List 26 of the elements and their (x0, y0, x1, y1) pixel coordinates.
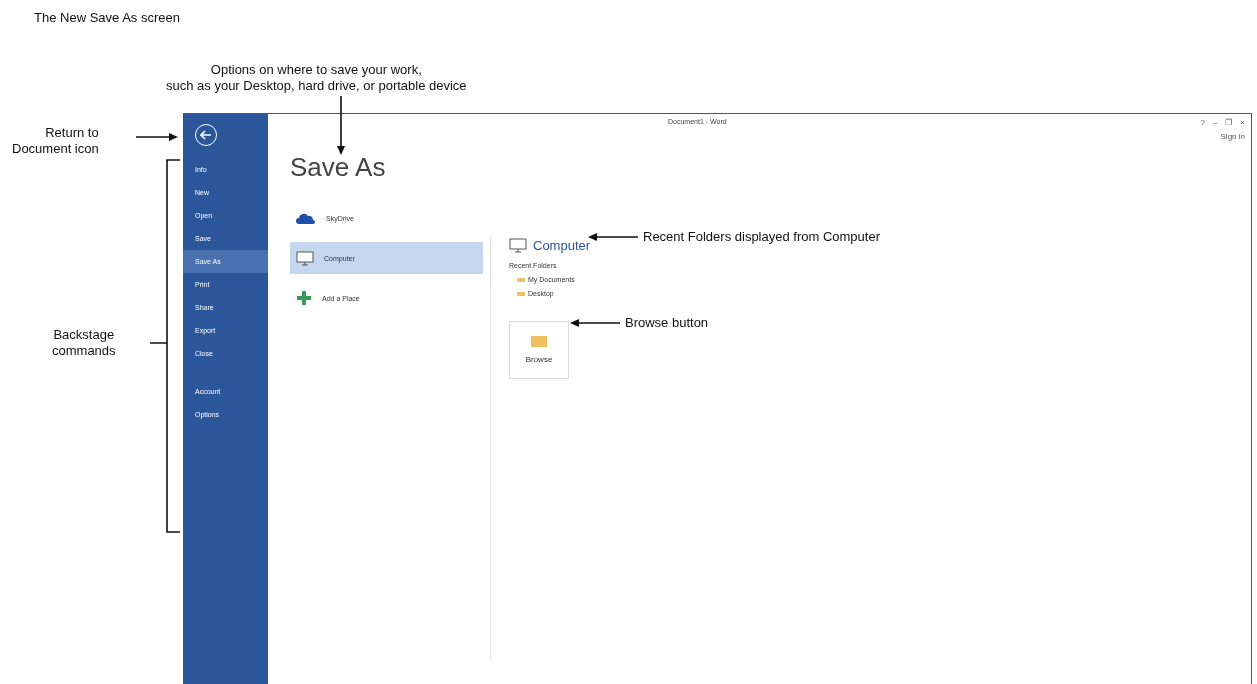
arrow (588, 233, 639, 241)
window-control[interactable]: – (1212, 118, 1218, 127)
computer-icon (296, 250, 314, 266)
section-title: Computer (533, 238, 591, 253)
plus-icon (296, 290, 312, 306)
window-control[interactable]: × (1240, 118, 1245, 127)
page-heading: Save As (290, 152, 387, 184)
callout-text: Browse button (625, 315, 709, 331)
folder-icon (517, 277, 525, 282)
arrow (337, 95, 345, 155)
sign-in-link[interactable]: Sign in (1220, 132, 1245, 141)
window-control[interactable]: ❐ (1225, 118, 1233, 127)
callout-text: Options on where to save your work, such as your Desktop, hard drive, or portable device (166, 62, 467, 94)
arrow (570, 319, 621, 327)
browse-button[interactable]: Browse (509, 321, 569, 379)
callout-text: Recent Folders displayed from Computer (643, 229, 880, 245)
folder-icon (531, 336, 547, 347)
figure-caption: The New Save As screen (34, 10, 180, 25)
back-arrow-icon (200, 130, 212, 140)
arrow (135, 133, 178, 141)
cloud-icon (296, 212, 316, 224)
callout-text: Return to Document icon (12, 125, 99, 157)
callout-text: Backstage commands (52, 327, 116, 359)
folder-icon (517, 291, 525, 296)
window-control[interactable]: ? (1200, 118, 1205, 127)
computer-icon (509, 238, 527, 253)
